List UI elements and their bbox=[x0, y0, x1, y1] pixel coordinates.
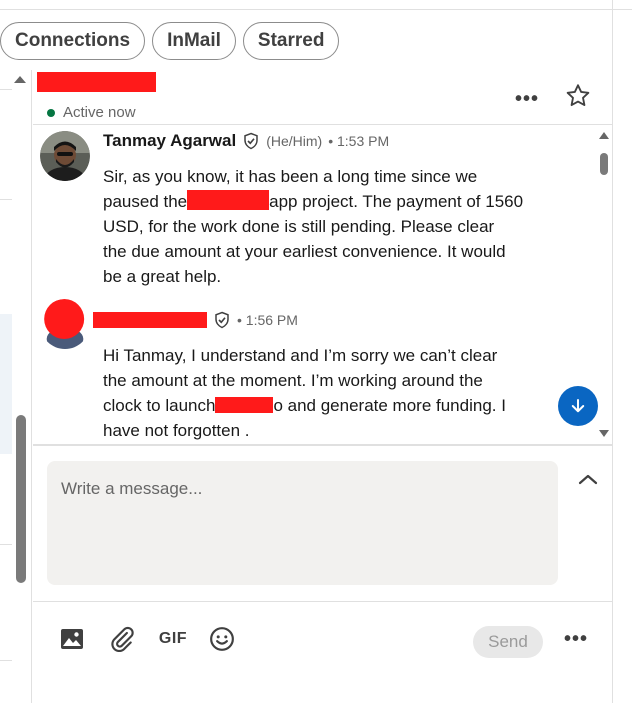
filter-starred[interactable]: Starred bbox=[242, 22, 340, 60]
panel-right-border bbox=[612, 0, 613, 703]
avatar[interactable] bbox=[40, 299, 90, 349]
list-scroll-up-arrow[interactable] bbox=[14, 76, 26, 83]
presence-label: Active now bbox=[63, 104, 136, 121]
list-divider bbox=[0, 199, 12, 200]
attach-file-button[interactable] bbox=[108, 625, 136, 653]
emoji-button[interactable] bbox=[208, 625, 236, 653]
list-scrollbar-thumb[interactable] bbox=[16, 415, 26, 583]
arrow-down-icon bbox=[571, 399, 585, 413]
presence-status: Active now bbox=[47, 104, 136, 121]
paperclip-icon bbox=[111, 626, 134, 652]
sender-name[interactable]: Tanmay Agarwal bbox=[103, 131, 236, 151]
thread-scrollbar[interactable] bbox=[597, 130, 611, 442]
star-icon[interactable] bbox=[564, 82, 592, 110]
emoji-icon bbox=[210, 627, 234, 651]
avatar[interactable] bbox=[40, 131, 90, 181]
verified-shield-icon bbox=[215, 311, 229, 329]
conversation-header: Active now ••• bbox=[33, 70, 612, 125]
redacted-sender-name bbox=[93, 312, 207, 328]
verified-shield-icon bbox=[244, 132, 258, 150]
thread-scroll-up-arrow[interactable] bbox=[599, 132, 609, 139]
message-sender-row: Tanmay Agarwal (He/Him) • 1:53 PM bbox=[103, 131, 389, 151]
chevron-up-icon[interactable] bbox=[578, 472, 598, 486]
message-line: the amount at the moment. I’m working ar… bbox=[103, 371, 483, 390]
thread-scrollbar-thumb[interactable] bbox=[600, 153, 608, 175]
filter-connections[interactable]: Connections bbox=[0, 22, 146, 60]
message-line: clock to launch o and generate more fundi… bbox=[103, 396, 506, 415]
message-line: USD, for the work done is still pending.… bbox=[103, 217, 495, 236]
composer-options-button[interactable]: ••• bbox=[564, 628, 588, 651]
message-line: the due amount at your earliest convenie… bbox=[103, 242, 506, 261]
presence-dot bbox=[47, 108, 55, 117]
redacted-contact-name bbox=[37, 72, 156, 92]
list-divider bbox=[0, 660, 12, 661]
list-item-selected[interactable] bbox=[0, 314, 12, 454]
top-strip bbox=[0, 0, 632, 10]
filter-pills: Connections InMail Starred bbox=[0, 22, 340, 60]
list-divider bbox=[0, 89, 12, 90]
image-icon bbox=[61, 629, 83, 649]
sender-pronouns: (He/Him) bbox=[266, 133, 323, 149]
message-line: Sir, as you know, it has been a long tim… bbox=[103, 167, 478, 186]
toolbar-divider bbox=[33, 601, 612, 602]
filter-inmail[interactable]: InMail bbox=[152, 22, 236, 60]
message-line: have not forgotten . bbox=[103, 421, 250, 440]
message-line: paused the app project. The payment of 15… bbox=[103, 190, 524, 211]
conversation-options-button[interactable]: ••• bbox=[515, 88, 539, 111]
redacted-text bbox=[215, 397, 274, 413]
composer-divider bbox=[33, 444, 612, 446]
message-body: Sir, as you know, it has been a long tim… bbox=[103, 164, 533, 289]
thread-scroll-down-arrow[interactable] bbox=[599, 430, 609, 437]
attach-image-button[interactable] bbox=[59, 625, 85, 653]
message-time: • 1:56 PM bbox=[237, 312, 298, 328]
message-input[interactable] bbox=[47, 461, 558, 585]
conversation-list-column bbox=[0, 70, 32, 703]
redacted-text bbox=[187, 190, 270, 210]
jump-to-latest-button[interactable] bbox=[558, 386, 598, 426]
message-time: • 1:53 PM bbox=[328, 133, 390, 149]
list-divider bbox=[0, 544, 12, 545]
message-sender-row: • 1:56 PM bbox=[93, 311, 298, 329]
gif-button[interactable]: GIF bbox=[158, 625, 188, 653]
message-thread: Tanmay Agarwal (He/Him) • 1:53 PM Sir, a… bbox=[33, 126, 612, 444]
message-line: Hi Tanmay, I understand and I’m sorry we… bbox=[103, 346, 498, 365]
message-line: be a great help. bbox=[103, 267, 222, 286]
send-button[interactable]: Send bbox=[473, 626, 543, 658]
message-body: Hi Tanmay, I understand and I’m sorry we… bbox=[103, 343, 533, 443]
